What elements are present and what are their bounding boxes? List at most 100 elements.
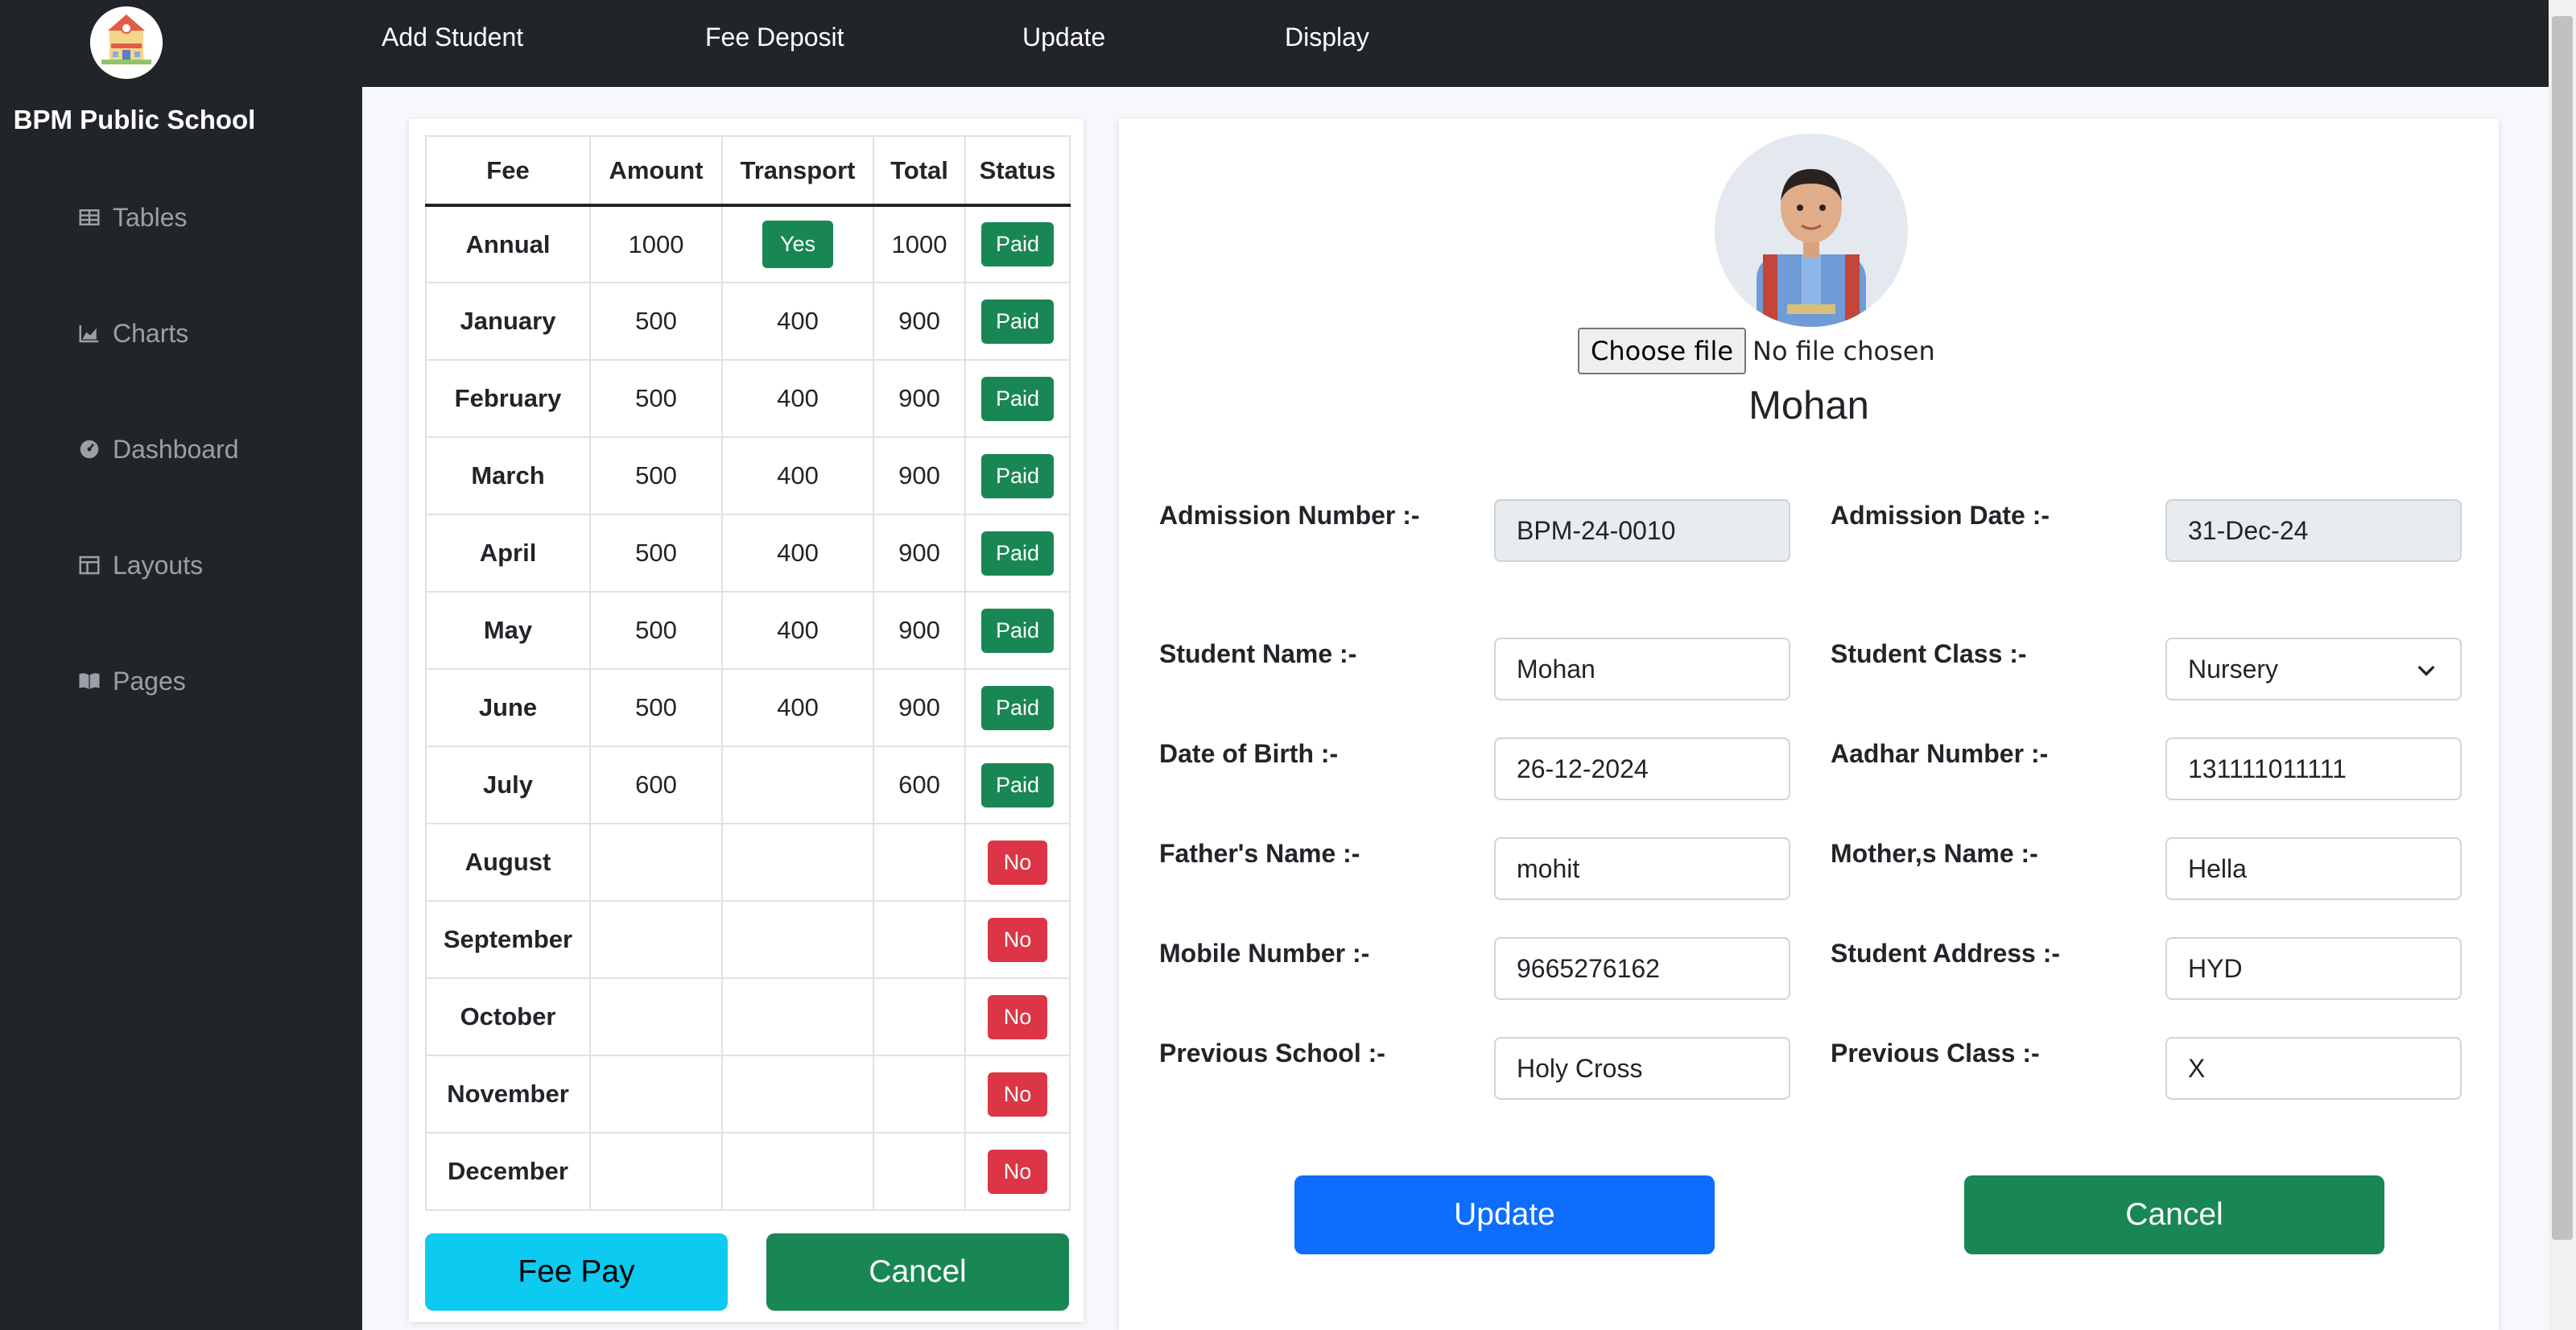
- school-logo[interactable]: [90, 6, 163, 79]
- student-name-label: Student Name :-: [1159, 639, 1357, 668]
- month-cell: November: [425, 1055, 591, 1134]
- sidebar-item-label: Tables: [113, 202, 188, 232]
- status-cell: No: [964, 1055, 1071, 1134]
- previous-class-field[interactable]: X: [2165, 1037, 2462, 1100]
- father-name-field[interactable]: mohit: [1494, 837, 1790, 900]
- status-badge[interactable]: Paid: [980, 762, 1055, 808]
- previous-school-field[interactable]: Holy Cross: [1494, 1037, 1790, 1100]
- status-badge[interactable]: Paid: [980, 376, 1055, 421]
- sidebar-item-tables[interactable]: Tables: [77, 193, 188, 242]
- sidebar-item-charts[interactable]: Charts: [77, 309, 188, 357]
- month-cell: May: [425, 591, 591, 670]
- transport-cell: 400: [721, 514, 874, 593]
- mobile-field[interactable]: 9665276162: [1494, 937, 1790, 1000]
- sidebar-item-label: Charts: [113, 318, 189, 348]
- student-class-select[interactable]: Nursery: [2165, 638, 2462, 700]
- scrollbar-thumb[interactable]: [2552, 16, 2573, 1240]
- amount-cell: 500: [589, 359, 723, 438]
- dob-field[interactable]: 26-12-2024: [1494, 737, 1790, 800]
- status-badge[interactable]: Paid: [980, 608, 1055, 653]
- sidebar-item-dashboard[interactable]: Dashboard: [77, 425, 239, 473]
- total-cell: 900: [873, 282, 966, 361]
- student-name-field[interactable]: Mohan: [1494, 638, 1790, 700]
- column-header-fee: Fee: [425, 135, 591, 207]
- student-class-value: Nursery: [2188, 654, 2279, 684]
- table-row: April 500 400 900 Paid: [425, 514, 1071, 593]
- status-badge[interactable]: No: [987, 1149, 1048, 1194]
- book-icon: [79, 673, 100, 689]
- status-badge[interactable]: Paid: [980, 685, 1055, 730]
- status-badge[interactable]: No: [987, 1072, 1048, 1117]
- status-badge[interactable]: Paid: [980, 222, 1055, 266]
- sidebar-item-pages[interactable]: Pages: [77, 657, 186, 705]
- dob-label: Date of Birth :-: [1159, 739, 1339, 768]
- amount-cell: 500: [589, 514, 723, 593]
- transport-cell: [721, 823, 874, 902]
- file-status-text: No file chosen: [1752, 336, 1935, 366]
- table-row: October No: [425, 977, 1071, 1056]
- month-cell: January: [425, 282, 591, 361]
- month-cell: June: [425, 668, 591, 747]
- table-row: November No: [425, 1055, 1071, 1134]
- chart-icon: [79, 325, 99, 343]
- total-cell: [873, 900, 966, 979]
- aadhar-label: Aadhar Number :-: [1831, 739, 2049, 768]
- admission-number-field[interactable]: BPM-24-0010: [1494, 499, 1790, 562]
- amount-cell: [589, 1055, 723, 1134]
- sidebar-item-label: Dashboard: [113, 434, 239, 464]
- aadhar-field[interactable]: 131111011111: [2165, 737, 2462, 800]
- transport-yes-button[interactable]: Yes: [762, 221, 834, 268]
- table-row: August No: [425, 823, 1071, 902]
- admission-date-field[interactable]: 31-Dec-24: [2165, 499, 2462, 562]
- status-cell: Paid: [964, 282, 1071, 361]
- transport-cell: 400: [721, 591, 874, 670]
- transport-cell: 400: [721, 668, 874, 747]
- status-badge[interactable]: No: [987, 994, 1048, 1039]
- status-badge[interactable]: Paid: [980, 299, 1055, 344]
- status-badge[interactable]: No: [987, 917, 1048, 962]
- fee-pay-button[interactable]: Fee Pay: [425, 1233, 728, 1311]
- nav-display[interactable]: Display: [1285, 23, 1369, 52]
- table-row: January 500 400 900 Paid: [425, 282, 1071, 361]
- transport-cell: [721, 1055, 874, 1134]
- update-button[interactable]: Update: [1294, 1175, 1715, 1254]
- table-row: December No: [425, 1132, 1071, 1211]
- column-header-transport: Transport: [721, 135, 874, 207]
- transport-cell: [721, 900, 874, 979]
- month-cell: Annual: [425, 204, 591, 283]
- transport-cell: Yes: [721, 204, 874, 283]
- student-cancel-button[interactable]: Cancel: [1964, 1175, 2384, 1254]
- month-cell: February: [425, 359, 591, 438]
- fee-cancel-button[interactable]: Cancel: [766, 1233, 1069, 1311]
- choose-file-button[interactable]: Choose file: [1578, 328, 1747, 374]
- transport-cell: 400: [721, 359, 874, 438]
- status-badge[interactable]: No: [987, 840, 1048, 885]
- status-badge[interactable]: Paid: [980, 531, 1055, 576]
- total-cell: [873, 1132, 966, 1211]
- status-cell: Paid: [964, 204, 1071, 283]
- column-header-total: Total: [873, 135, 966, 207]
- mother-name-field[interactable]: Hella: [2165, 837, 2462, 900]
- dashboard-icon: [80, 440, 99, 459]
- nav-update[interactable]: Update: [1022, 23, 1105, 52]
- table-row: September No: [425, 900, 1071, 979]
- amount-cell: [589, 1132, 723, 1211]
- status-badge[interactable]: Paid: [980, 453, 1055, 498]
- photo-upload: Choose file No file chosen: [1578, 327, 1935, 375]
- amount-cell: 500: [589, 436, 723, 515]
- fee-table: Fee Amount Transport Total Status Annual…: [425, 135, 1071, 1211]
- transport-cell: [721, 1132, 874, 1211]
- student-photo: [1715, 134, 1908, 327]
- total-cell: 1000: [873, 204, 966, 283]
- address-field[interactable]: HYD: [2165, 937, 2462, 1000]
- table-row: February 500 400 900 Paid: [425, 359, 1071, 438]
- sidebar-item-layouts[interactable]: Layouts: [77, 541, 203, 589]
- nav-fee-deposit[interactable]: Fee Deposit: [705, 23, 844, 52]
- fee-panel: Fee Amount Transport Total Status Annual…: [409, 119, 1084, 1322]
- status-cell: Paid: [964, 668, 1071, 747]
- table-row: March 500 400 900 Paid: [425, 436, 1071, 515]
- column-header-amount: Amount: [589, 135, 723, 207]
- nav-add-student[interactable]: Add Student: [382, 23, 523, 52]
- previous-class-label: Previous Class :-: [1831, 1039, 2040, 1068]
- sidebar: BPM Public School Tables Charts Dashboar…: [0, 0, 362, 1330]
